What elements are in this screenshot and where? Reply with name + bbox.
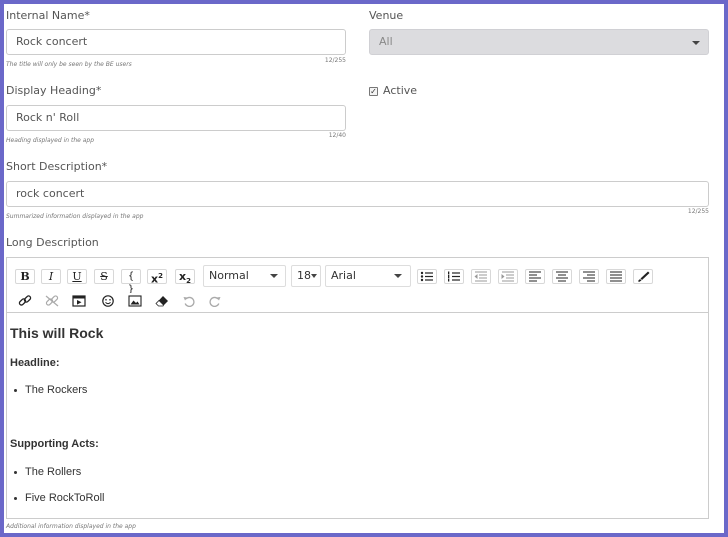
display-heading-counter: 12/40 xyxy=(328,132,346,139)
bulleted-list-button[interactable] xyxy=(417,269,437,284)
superscript-button[interactable]: x2 xyxy=(147,269,167,286)
align-left-icon xyxy=(529,271,541,282)
long-description-hint: Additional information displayed in the … xyxy=(6,523,136,530)
align-justify-button[interactable] xyxy=(606,269,626,284)
undo-button[interactable] xyxy=(179,293,199,308)
clear-formatting-button[interactable] xyxy=(152,293,172,308)
align-center-icon xyxy=(556,271,568,282)
unlink-button[interactable] xyxy=(42,293,62,308)
text-color-button[interactable] xyxy=(633,269,653,284)
emoji-icon xyxy=(102,295,114,307)
align-justify-icon xyxy=(610,271,622,282)
redo-button[interactable] xyxy=(205,293,225,308)
insert-image-button[interactable] xyxy=(125,293,145,308)
superscript-mark: 2 xyxy=(158,272,163,280)
editor-headline-label: Headline: xyxy=(10,357,60,369)
short-description-label: Short Description* xyxy=(6,160,108,173)
internal-name-counter: 12/255 xyxy=(324,57,346,64)
brush-icon xyxy=(638,271,650,282)
code-block-button[interactable]: { } xyxy=(121,269,141,295)
indent-button[interactable] xyxy=(498,269,518,284)
list-item: The Rollers xyxy=(13,466,82,478)
format-chevron-down-icon xyxy=(270,274,278,278)
short-description-counter: 12/255 xyxy=(687,208,709,215)
font-size-select[interactable]: 18 xyxy=(291,265,321,287)
long-description-editor[interactable]: This will Rock Headline: The Rockers Sup… xyxy=(6,313,709,519)
align-left-button[interactable] xyxy=(525,269,545,284)
internal-name-input[interactable]: Rock concert xyxy=(6,29,346,55)
numbered-list-button[interactable] xyxy=(444,269,464,284)
eraser-icon xyxy=(155,296,168,307)
subscript-mark: 2 xyxy=(186,277,191,286)
font-family-select[interactable]: Arial xyxy=(325,265,411,287)
align-center-button[interactable] xyxy=(552,269,572,284)
font-size-chevron-down-icon xyxy=(311,274,317,278)
insert-video-button[interactable] xyxy=(69,293,89,308)
font-family-chevron-down-icon xyxy=(394,274,402,278)
venue-selected-value: All xyxy=(379,35,393,48)
editor-toolbar: B I U S { } x2 x2 Normal 18 Arial xyxy=(6,257,709,313)
font-size-select-value: 18 xyxy=(297,269,311,282)
bulleted-list-icon xyxy=(420,271,433,282)
list-item: The Rockers xyxy=(13,384,88,396)
form-panel: Internal Name* Rock concert The title wi… xyxy=(4,4,724,533)
internal-name-label: Internal Name* xyxy=(6,9,90,22)
active-checkbox[interactable]: ✓ xyxy=(369,87,378,96)
align-right-button[interactable] xyxy=(579,269,599,284)
internal-name-hint: The title will only be seen by the BE us… xyxy=(6,61,132,68)
format-select-value: Normal xyxy=(209,269,249,282)
emoji-button[interactable] xyxy=(98,293,118,308)
venue-select[interactable]: All xyxy=(369,29,709,55)
long-description-label: Long Description xyxy=(6,236,99,249)
underline-button[interactable]: U xyxy=(67,269,87,284)
image-icon xyxy=(128,295,142,307)
editor-title: This will Rock xyxy=(10,325,104,341)
video-icon xyxy=(72,295,86,307)
indent-icon xyxy=(501,271,514,282)
subscript-button[interactable]: x2 xyxy=(175,269,195,286)
link-icon xyxy=(18,295,32,306)
unlink-icon xyxy=(45,295,59,307)
editor-supporting-acts-label: Supporting Acts: xyxy=(10,438,99,450)
numbered-list-icon xyxy=(448,271,460,282)
align-right-icon xyxy=(583,271,595,282)
short-description-hint: Summarized information displayed in the … xyxy=(6,213,144,220)
strikethrough-button[interactable]: S xyxy=(94,269,114,284)
display-heading-input[interactable]: Rock n' Roll xyxy=(6,105,346,131)
link-button[interactable] xyxy=(15,293,35,308)
redo-icon xyxy=(209,296,221,307)
font-family-select-value: Arial xyxy=(331,269,356,282)
format-select[interactable]: Normal xyxy=(203,265,286,287)
undo-icon xyxy=(183,296,195,307)
bold-button[interactable]: B xyxy=(15,269,35,284)
outdent-button[interactable] xyxy=(471,269,491,284)
active-label: Active xyxy=(383,84,418,97)
outdent-icon xyxy=(474,271,487,282)
short-description-input[interactable]: rock concert xyxy=(6,181,709,207)
display-heading-hint: Heading displayed in the app xyxy=(6,137,95,144)
italic-button[interactable]: I xyxy=(41,269,61,284)
list-item: Five RockToRoll xyxy=(13,492,105,504)
venue-label: Venue xyxy=(369,9,404,22)
chevron-down-icon xyxy=(692,41,700,45)
display-heading-label: Display Heading* xyxy=(6,84,102,97)
